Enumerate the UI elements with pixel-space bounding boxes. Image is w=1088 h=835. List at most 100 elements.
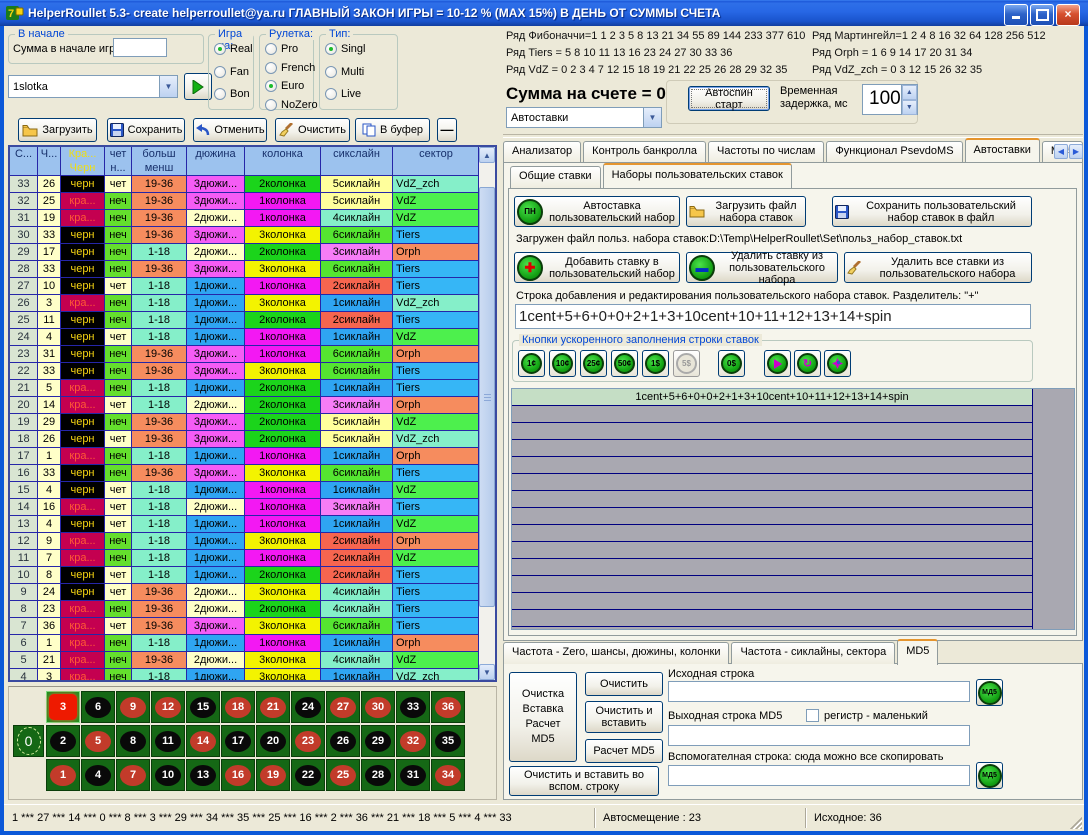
roulette-cell-17[interactable]: 17: [221, 725, 255, 757]
md5-clear-paste-button[interactable]: Очистить и вставить: [585, 701, 663, 733]
md5-calc-button[interactable]: Расчет MD5: [585, 739, 663, 763]
spin-down-icon[interactable]: ▼: [902, 100, 917, 115]
bets-mode-select[interactable]: Автоставки ▼: [506, 107, 662, 128]
chip-1usd[interactable]: 1$: [642, 350, 669, 377]
list-item-empty[interactable]: [512, 525, 1032, 542]
autostake-user-set-button[interactable]: ПНАвтоставка пользовательский набор: [514, 196, 680, 227]
table-row[interactable]: 244чернчет1-181дюжи...1колонка1сиклайнVd…: [10, 329, 480, 346]
roulette-cell-3[interactable]: 3: [46, 691, 80, 723]
remove-all-bets-button[interactable]: Удалить все ставки из пользовательского …: [844, 252, 1032, 283]
list-item-empty[interactable]: [512, 491, 1032, 508]
delay-spinner[interactable]: 100 ▲▼: [862, 84, 918, 115]
roulette-cell-11[interactable]: 11: [151, 725, 185, 757]
register-checkbox[interactable]: [806, 709, 819, 722]
radio-multi[interactable]: Multi: [325, 66, 364, 78]
table-row[interactable]: 2233черннеч19-363дюжи...3колонка6сиклайн…: [10, 363, 480, 380]
table-row[interactable]: 129кра...неч1-181дюжи...3колонка2сиклайн…: [10, 533, 480, 550]
remove-bet-button[interactable]: ▬Удалить ставку из пользовательского наб…: [686, 252, 838, 283]
roulette-cell-16[interactable]: 16: [221, 759, 255, 791]
to-buffer-button[interactable]: В буфер: [355, 118, 430, 142]
roulette-cell-14[interactable]: 14: [186, 725, 220, 757]
md5-source-input[interactable]: [668, 681, 970, 702]
chip-25cent[interactable]: 25¢: [580, 350, 607, 377]
roulette-cell-20[interactable]: 20: [256, 725, 290, 757]
roulette-cell-26[interactable]: 26: [326, 725, 360, 757]
chevron-down-icon[interactable]: ▼: [159, 76, 177, 97]
table-row[interactable]: 61кра...неч1-181дюжи...1колонка1сиклайнO…: [10, 635, 480, 652]
table-row[interactable]: 3119кра...неч19-362дюжи...1колонка4сикла…: [10, 210, 480, 227]
roulette-cell-8[interactable]: 8: [116, 725, 150, 757]
list-item[interactable]: 1cent+5+6+0+0+2+1+3+10cent+10+11+12+13+1…: [512, 389, 1032, 406]
tabs-scroll-left-icon[interactable]: ◀: [1054, 144, 1068, 159]
table-row[interactable]: 43кра...неч1-181дюжи...3колонка1сиклайнV…: [10, 669, 480, 682]
tab-автоставки[interactable]: Автоставки: [965, 138, 1040, 164]
autospin-start-button[interactable]: Автоспин старт: [688, 86, 770, 111]
table-row[interactable]: 134чернчет1-181дюжи...1колонка1сиклайнVd…: [10, 516, 480, 533]
table-row[interactable]: 3225кра...неч19-363дюжи...1колонка5сикла…: [10, 193, 480, 210]
list-item-empty[interactable]: [512, 542, 1032, 559]
md5-big-button[interactable]: Очистка Вставка Расчет MD5: [509, 672, 577, 762]
load-button[interactable]: Загрузить: [18, 118, 97, 142]
tab-частоты-по-числам[interactable]: Частоты по числам: [708, 141, 824, 163]
roulette-cell-24[interactable]: 24: [291, 691, 325, 723]
tabs-scroll-right-icon[interactable]: ▶: [1069, 144, 1083, 159]
radio-singl[interactable]: Singl: [325, 43, 365, 55]
roulette-cell-35[interactable]: 35: [431, 725, 465, 757]
resize-grip[interactable]: [1070, 817, 1082, 829]
roulette-cell-21[interactable]: 21: [256, 691, 290, 723]
bet-string-input[interactable]: [515, 304, 1031, 329]
roulette-cell-5[interactable]: 5: [81, 725, 115, 757]
add-bet-button[interactable]: ✚Добавить ставку в пользовательский набо…: [514, 252, 680, 283]
md5-calc-aux-button[interactable]: МД5: [976, 762, 1003, 789]
table-row[interactable]: 2833черннеч19-363дюжи...3колонка6сиклайн…: [10, 261, 480, 278]
tab-анализатор[interactable]: Анализатор: [503, 141, 581, 163]
table-row[interactable]: 2331черннеч19-363дюжи...1колонка6сиклайн…: [10, 346, 480, 363]
roulette-cell-15[interactable]: 15: [186, 691, 220, 723]
chip-50cent[interactable]: 50¢: [611, 350, 638, 377]
chip-redo-button[interactable]: ↻: [794, 350, 821, 377]
radio-real[interactable]: Real: [214, 43, 253, 55]
roulette-cell-34[interactable]: 34: [431, 759, 465, 791]
roulette-zero-cell[interactable]: 0: [13, 725, 44, 757]
maximize-button[interactable]: [1030, 4, 1054, 26]
chip-play-button[interactable]: [764, 350, 791, 377]
scroll-down-icon[interactable]: ▼: [479, 664, 495, 680]
table-row[interactable]: 1826чернчет19-363дюжи...2колонка5сиклайн…: [10, 431, 480, 448]
md5-output-input[interactable]: [668, 725, 970, 746]
table-row[interactable]: 154чернчет1-181дюжи...1колонка1сиклайнVd…: [10, 482, 480, 499]
subtab-наборы-пользовательских-ставок[interactable]: Наборы пользовательских ставок: [603, 163, 792, 189]
list-item-empty[interactable]: [512, 440, 1032, 457]
table-row[interactable]: 3326чернчет19-363дюжи...2колонка5сиклайн…: [10, 176, 480, 193]
radio-euro[interactable]: Euro: [265, 80, 304, 92]
scrollbar-thumb[interactable]: [479, 187, 495, 607]
roulette-cell-36[interactable]: 36: [431, 691, 465, 723]
list-item-empty[interactable]: [512, 593, 1032, 610]
chevron-down-icon[interactable]: ▼: [643, 108, 661, 127]
save-set-file-button[interactable]: Сохранить пользовательский набор ставок …: [832, 196, 1032, 227]
roulette-cell-13[interactable]: 13: [186, 759, 220, 791]
clear-button[interactable]: Очистить: [275, 118, 350, 142]
slot-select[interactable]: 1slotka ▼: [8, 75, 178, 98]
table-row[interactable]: 215кра...неч1-181дюжи...2колонка1сиклайн…: [10, 380, 480, 397]
table-row[interactable]: 1929черннеч19-363дюжи...2колонка5сиклайн…: [10, 414, 480, 431]
list-item-empty[interactable]: [512, 559, 1032, 576]
tab-контроль-банкролла[interactable]: Контроль банкролла: [583, 141, 706, 163]
radio-fan[interactable]: Fan: [214, 66, 249, 78]
start-sum-input[interactable]: [113, 38, 167, 57]
roulette-cell-9[interactable]: 9: [116, 691, 150, 723]
chip-1cent[interactable]: 1¢: [518, 350, 545, 377]
save-button[interactable]: Сохранить: [107, 118, 185, 142]
bottomtab-частота-сиклайны-сектора[interactable]: Частота - сиклайны, сектора: [731, 642, 895, 664]
md5-clear-paste-aux-button[interactable]: Очистить и вставить во вспом. строку: [509, 766, 659, 796]
table-row[interactable]: 2511черннеч1-181дюжи...2колонка2сиклайнT…: [10, 312, 480, 329]
roulette-cell-25[interactable]: 25: [326, 759, 360, 791]
md5-aux-input[interactable]: [668, 765, 970, 786]
minimize-button[interactable]: [1004, 4, 1028, 26]
load-set-file-button[interactable]: Загрузить файл набора ставок: [686, 196, 806, 227]
table-row[interactable]: 263кра...неч1-181дюжи...3колонка1сиклайн…: [10, 295, 480, 312]
roulette-cell-2[interactable]: 2: [46, 725, 80, 757]
list-item-empty[interactable]: [512, 474, 1032, 491]
table-row[interactable]: 108чернчет1-181дюжи...2колонка2сиклайнTi…: [10, 567, 480, 584]
collapse-button[interactable]: —: [437, 118, 457, 142]
table-row[interactable]: 2710чернчет1-181дюжи...1колонка2сиклайнT…: [10, 278, 480, 295]
